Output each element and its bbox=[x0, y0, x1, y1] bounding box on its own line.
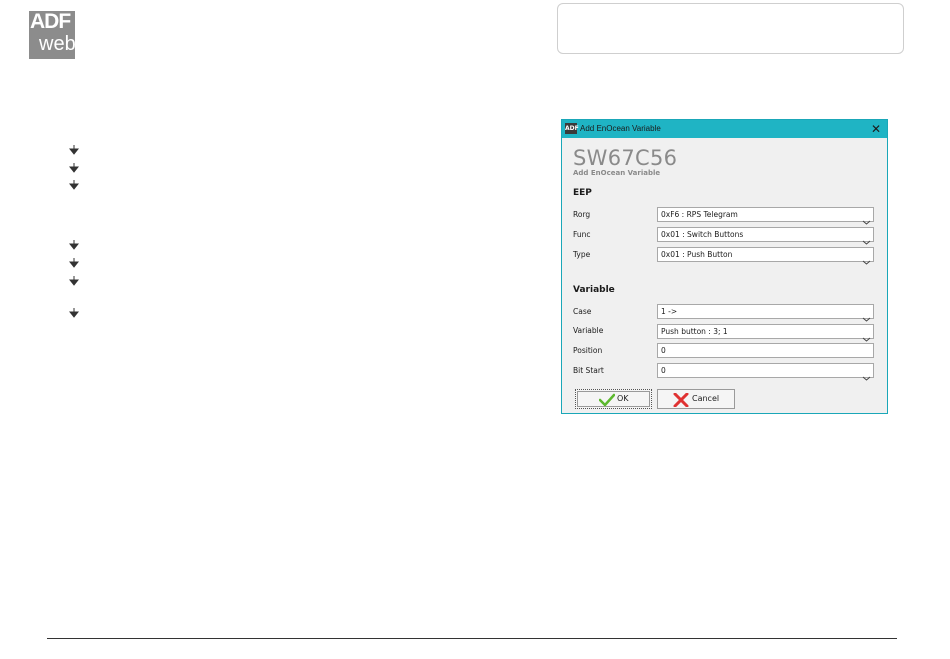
ok-button[interactable]: OK bbox=[575, 389, 652, 409]
chevron-down-icon bbox=[862, 367, 871, 381]
check-icon bbox=[598, 392, 616, 407]
add-enocean-variable-dialog: ADF Add EnOcean Variable ✕ SW67C56 Add E… bbox=[561, 119, 888, 414]
type-value: 0x01 : Push Button bbox=[661, 250, 733, 259]
adfweb-logo: ADF web bbox=[29, 10, 76, 59]
case-select[interactable]: 1 -> bbox=[657, 304, 874, 322]
rorg-label: Rorg bbox=[573, 210, 591, 219]
logo-text-adf: ADF bbox=[30, 10, 71, 33]
header-box bbox=[557, 3, 904, 54]
rorg-select[interactable]: 0xF6 : RPS Telegram bbox=[657, 207, 874, 225]
rorg-value: 0xF6 : RPS Telegram bbox=[661, 210, 738, 219]
bit-start-value: 0 bbox=[661, 366, 666, 375]
bullet-arrow-icon bbox=[69, 258, 79, 268]
bullet-arrow-icon bbox=[69, 276, 79, 286]
device-heading: SW67C56 bbox=[573, 146, 678, 170]
logo-text-web: web bbox=[39, 33, 76, 55]
chevron-down-icon bbox=[862, 308, 871, 322]
case-value: 1 -> bbox=[661, 307, 678, 316]
red-x-icon bbox=[673, 392, 689, 408]
chevron-down-icon bbox=[862, 251, 871, 265]
func-label: Func bbox=[573, 230, 591, 239]
dialog-subheading: Add EnOcean Variable bbox=[573, 169, 661, 177]
variable-label: Variable bbox=[573, 326, 604, 335]
bullet-arrow-icon bbox=[69, 240, 79, 250]
bullet-arrow-icon bbox=[69, 180, 79, 190]
type-select[interactable]: 0x01 : Push Button bbox=[657, 247, 874, 265]
func-select[interactable]: 0x01 : Switch Buttons bbox=[657, 227, 874, 245]
chevron-down-icon bbox=[862, 328, 871, 342]
ok-button-label: OK bbox=[617, 394, 629, 403]
app-icon: ADF bbox=[565, 123, 579, 134]
bullet-arrow-icon bbox=[69, 145, 79, 155]
variable-value: Push button : 3; 1 bbox=[661, 327, 728, 336]
bit-start-label: Bit Start bbox=[573, 366, 604, 375]
close-icon[interactable]: ✕ bbox=[871, 121, 881, 137]
chevron-down-icon bbox=[862, 211, 871, 225]
bit-start-select[interactable]: 0 bbox=[657, 363, 874, 381]
variable-section-title: Variable bbox=[573, 285, 615, 295]
dialog-titlebar[interactable]: ADF Add EnOcean Variable ✕ bbox=[562, 120, 887, 138]
cancel-button-label: Cancel bbox=[692, 394, 720, 403]
position-label: Position bbox=[573, 346, 603, 355]
variable-select[interactable]: Push button : 3; 1 bbox=[657, 324, 874, 342]
eep-section-title: EEP bbox=[573, 188, 592, 198]
position-value: 0 bbox=[661, 346, 666, 355]
cancel-button[interactable]: Cancel bbox=[657, 389, 735, 409]
bullet-arrow-icon bbox=[69, 308, 79, 318]
position-input[interactable]: 0 bbox=[657, 343, 874, 358]
dialog-title: Add EnOcean Variable bbox=[580, 124, 661, 133]
chevron-down-icon bbox=[862, 231, 871, 245]
func-value: 0x01 : Switch Buttons bbox=[661, 230, 744, 239]
bullet-arrow-icon bbox=[69, 163, 79, 173]
footer-divider bbox=[47, 638, 897, 639]
type-label: Type bbox=[573, 250, 591, 259]
case-label: Case bbox=[573, 307, 592, 316]
